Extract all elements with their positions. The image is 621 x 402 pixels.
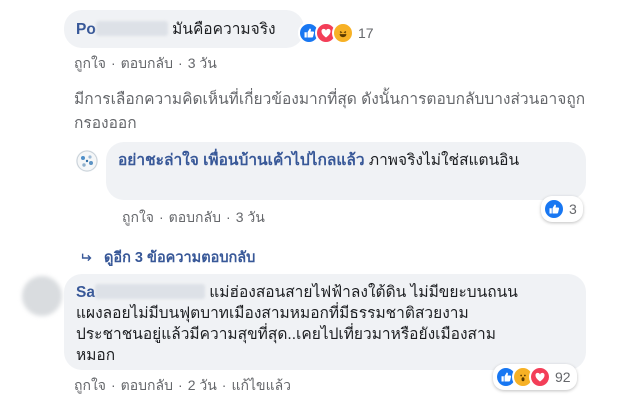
like-link[interactable]: ถูกใจ bbox=[74, 55, 106, 71]
comment-2-author[interactable]: Sa bbox=[76, 284, 95, 301]
comment-1-reactions[interactable]: 17 bbox=[298, 22, 374, 44]
comment-2-text-line-4: หมอก bbox=[76, 347, 116, 364]
comment-2-avatar[interactable] bbox=[22, 276, 62, 316]
edited-label[interactable]: แก้ไขแล้ว bbox=[231, 377, 291, 393]
comment-2-actions: ถูกใจ · ตอบกลับ · 2 วัน · แก้ไขแล้ว bbox=[74, 377, 292, 393]
reply-1-bubble: อย่าชะล่าใจ เพื่อนบ้านเค้าไปไกลแล้ว ภาพจ… bbox=[106, 142, 586, 200]
reply-arrow-icon bbox=[81, 253, 92, 261]
timestamp-link[interactable]: 3 วัน bbox=[236, 209, 265, 225]
love-icon bbox=[529, 366, 551, 388]
comment-1-reaction-count: 17 bbox=[358, 25, 374, 41]
comment-2-text-line-1: แม่ฮ่องสอนสายไฟฟ้าลงใต้ดิน ไม่มีขยะบนถนน bbox=[209, 284, 518, 301]
comment-1-actions: ถูกใจ · ตอบกลับ · 3 วัน bbox=[74, 55, 217, 71]
comment-2-reaction-count: 92 bbox=[555, 369, 571, 385]
comment-1-bubble: Po มันคือความจริง bbox=[64, 10, 304, 48]
haha-icon bbox=[332, 22, 354, 44]
view-more-replies-link[interactable]: ดูอีก 3 ข้อความตอบกลับ bbox=[80, 246, 255, 269]
reply-link[interactable]: ตอบกลับ bbox=[169, 209, 221, 225]
comment-2-text-line-3: ประชาชนอยู่แล้วมีความสุขที่สุด..เคยไปเที… bbox=[76, 326, 496, 343]
reply-link[interactable]: ตอบกลับ bbox=[121, 377, 173, 393]
comment-1-text: มันคือความจริง bbox=[172, 21, 276, 38]
reply-link[interactable]: ตอบกลับ bbox=[121, 55, 173, 71]
comment-1-author[interactable]: Po bbox=[76, 21, 96, 38]
comment-2-text-line-2: แผงลอยไม่มีบนฟุตบาทเมืองสามหมอกที่มีธรรม… bbox=[76, 305, 469, 322]
reply-1-text: ภาพจริงไม่ใช่สแตนอิน bbox=[368, 152, 520, 169]
timestamp-link[interactable]: 2 วัน bbox=[188, 377, 217, 393]
filter-notice: มีการเลือกความคิดเห็นที่เกี่ยวข้องมากที่… bbox=[74, 91, 586, 132]
timestamp-link[interactable]: 3 วัน bbox=[188, 55, 217, 71]
reply-1-actions: ถูกใจ · ตอบกลับ · 3 วัน bbox=[122, 209, 265, 225]
reply-1-reaction-count: 3 bbox=[569, 201, 577, 217]
comment-2-reactions[interactable]: 92 bbox=[493, 364, 577, 390]
like-link[interactable]: ถูกใจ bbox=[74, 377, 106, 393]
reply-1-reactions[interactable]: 3 bbox=[541, 196, 583, 222]
reply-1-avatar[interactable] bbox=[76, 150, 98, 172]
avatar-pattern-icon bbox=[76, 150, 98, 172]
view-more-replies-label: ดูอีก 3 ข้อความตอบกลับ bbox=[104, 250, 256, 266]
reply-1-author[interactable]: อย่าชะล่าใจ เพื่อนบ้านเค้าไปไกลแล้ว bbox=[118, 152, 365, 169]
blurred-author-name bbox=[95, 21, 168, 36]
like-link[interactable]: ถูกใจ bbox=[122, 209, 154, 225]
like-icon bbox=[543, 198, 565, 220]
blurred-author-name bbox=[94, 284, 205, 299]
comment-2-bubble: Sa แม่ฮ่องสอนสายไฟฟ้าลงใต้ดิน ไม่มีขยะบน… bbox=[64, 274, 586, 370]
